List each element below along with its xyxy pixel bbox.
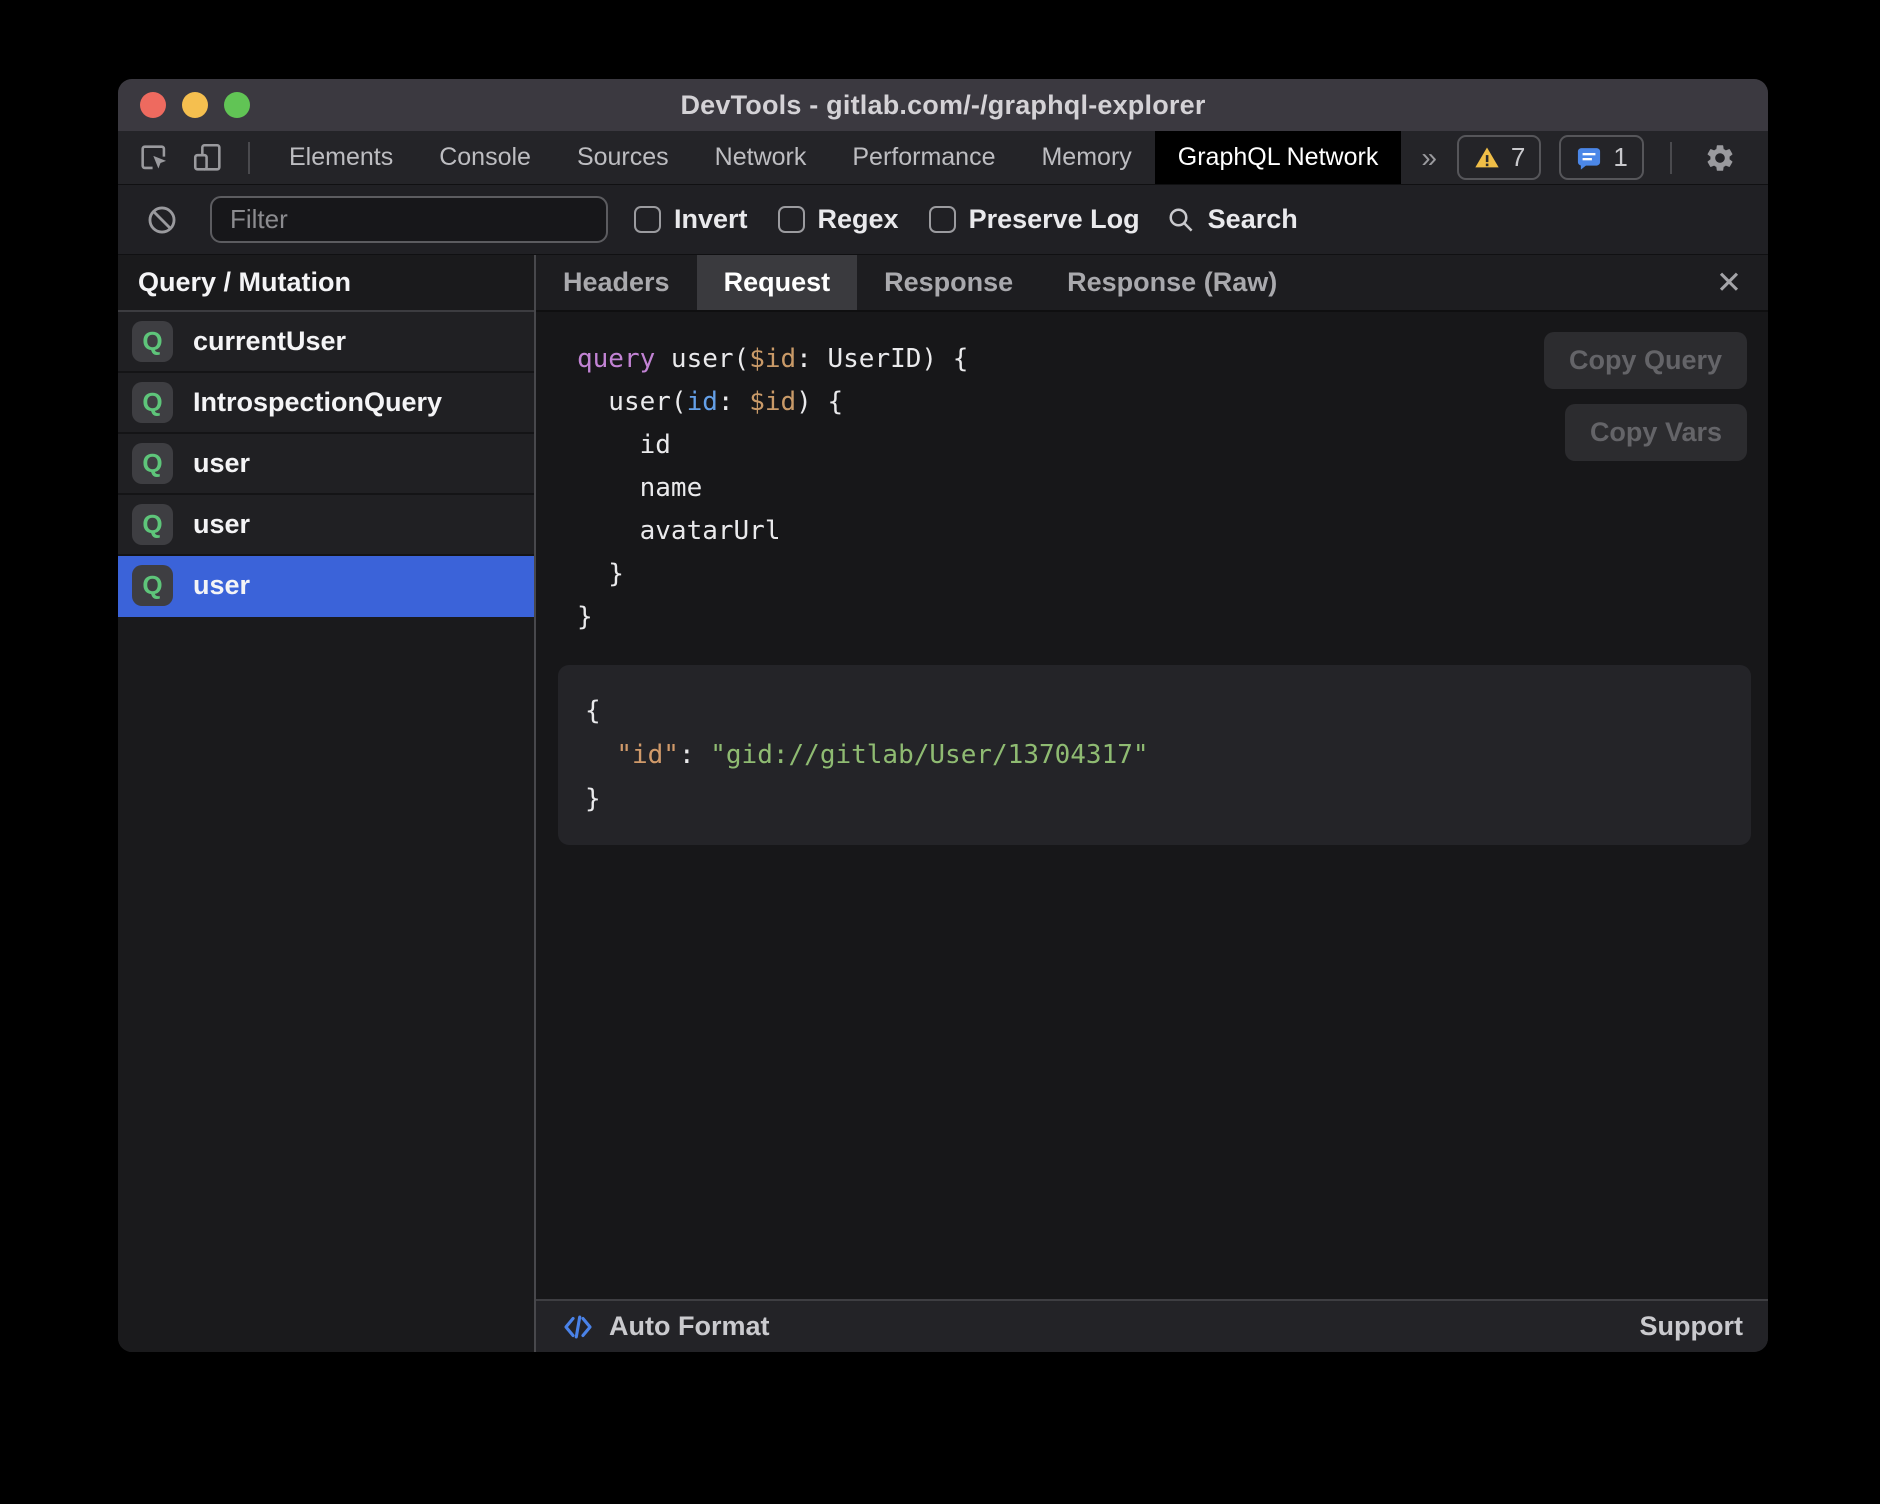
devtools-tab-memory[interactable]: Memory — [1018, 131, 1154, 184]
search-icon — [1166, 205, 1196, 235]
auto-format-button[interactable]: Auto Format — [609, 1311, 769, 1342]
code-line: name — [577, 467, 1768, 510]
devtools-tab-elements[interactable]: Elements — [266, 131, 416, 184]
toolbar-separator — [248, 142, 250, 174]
traffic-lights — [140, 79, 250, 131]
main-content: Query / Mutation QcurrentUserQIntrospect… — [118, 255, 1768, 1352]
copy-query-button[interactable]: Copy Query — [1544, 332, 1747, 389]
warnings-badge[interactable]: 7 — [1457, 135, 1541, 180]
query-list-item[interactable]: Quser — [118, 556, 534, 617]
devtools-tab-sources[interactable]: Sources — [554, 131, 692, 184]
query-type-badge: Q — [132, 321, 173, 362]
code-line: } — [577, 553, 1768, 596]
query-name-label: user — [193, 448, 250, 479]
devtools-tab-console[interactable]: Console — [416, 131, 554, 184]
detail-tab-headers[interactable]: Headers — [536, 255, 697, 310]
checkbox-box[interactable] — [634, 206, 661, 233]
query-list-item[interactable]: QcurrentUser — [118, 312, 534, 373]
support-link[interactable]: Support — [1640, 1311, 1743, 1342]
checkbox-label: Preserve Log — [969, 204, 1140, 235]
query-list-item[interactable]: Q IntrospectionQuery — [118, 373, 534, 434]
message-count: 1 — [1613, 142, 1627, 173]
code-line: "id": "gid://gitlab/User/13704317" — [585, 733, 1731, 777]
query-type-badge: Q — [132, 443, 173, 484]
warning-count: 7 — [1511, 142, 1525, 173]
inspect-element-icon[interactable] — [132, 138, 176, 178]
query-name-label: user — [193, 509, 250, 540]
devtools-tab-performance[interactable]: Performance — [829, 131, 1018, 184]
message-icon — [1575, 144, 1603, 172]
minimize-window-button[interactable] — [182, 92, 208, 118]
detail-footer: Auto Format Support — [536, 1299, 1768, 1352]
code-line: } — [585, 777, 1731, 821]
messages-badge[interactable]: 1 — [1559, 135, 1643, 180]
query-type-badge: Q — [132, 504, 173, 545]
checkbox-regex[interactable]: Regex — [778, 204, 899, 235]
sidebar-header: Query / Mutation — [118, 255, 534, 312]
window-title: DevTools - gitlab.com/-/graphql-explorer — [680, 90, 1205, 121]
query-name-label: user — [193, 570, 250, 601]
warning-icon — [1473, 144, 1501, 172]
query-list-item[interactable]: Quser — [118, 495, 534, 556]
kebab-menu-icon[interactable] — [1760, 138, 1768, 178]
copy-buttons: Copy Query Copy Vars — [1544, 332, 1747, 461]
checkbox-label: Regex — [818, 204, 899, 235]
query-name-label: IntrospectionQuery — [193, 387, 442, 418]
request-variables-code: { "id": "gid://gitlab/User/13704317"} — [558, 665, 1751, 845]
detail-tab-response-raw[interactable]: Response (Raw) — [1040, 255, 1304, 310]
detail-tab-response[interactable]: Response — [857, 255, 1040, 310]
tabbar-right-controls: 7 1 — [1457, 131, 1768, 184]
query-list-item[interactable]: Quser — [118, 434, 534, 495]
titlebar: DevTools - gitlab.com/-/graphql-explorer — [118, 79, 1768, 131]
checkbox-preserve-log[interactable]: Preserve Log — [929, 204, 1140, 235]
block-requests-icon[interactable] — [140, 200, 184, 240]
filter-toolbar: Invert Regex Preserve Log Search — [118, 185, 1768, 255]
detail-panel: HeadersRequestResponseResponse (Raw) ✕ q… — [536, 255, 1768, 1352]
checkbox-box[interactable] — [778, 206, 805, 233]
zoom-window-button[interactable] — [224, 92, 250, 118]
code-line: avatarUrl — [577, 510, 1768, 553]
filter-checkboxes: Invert Regex Preserve Log — [634, 204, 1140, 235]
detail-tab-request[interactable]: Request — [697, 255, 858, 310]
copy-vars-button[interactable]: Copy Vars — [1565, 404, 1747, 461]
devtools-tabs: ElementsConsoleSourcesNetworkPerformance… — [266, 131, 1401, 184]
devtools-tab-network[interactable]: Network — [692, 131, 830, 184]
checkbox-invert[interactable]: Invert — [634, 204, 748, 235]
query-name-label: currentUser — [193, 326, 346, 357]
filter-input[interactable] — [210, 196, 608, 243]
devtools-window: DevTools - gitlab.com/-/graphql-explorer… — [118, 79, 1768, 1352]
devtools-tab-graphql-network[interactable]: GraphQL Network — [1155, 131, 1402, 184]
badges-separator — [1670, 142, 1672, 174]
code-line: } — [577, 596, 1768, 639]
code-format-icon — [561, 1310, 595, 1344]
search-label: Search — [1208, 204, 1298, 235]
query-type-badge: Q — [132, 382, 173, 423]
request-tab-body: query user($id: UserID) { user(id: $id) … — [536, 312, 1768, 1299]
query-list: QcurrentUserQIntrospectionQueryQuserQuse… — [118, 312, 534, 617]
query-sidebar: Query / Mutation QcurrentUserQIntrospect… — [118, 255, 536, 1352]
devtools-tabbar: ElementsConsoleSourcesNetworkPerformance… — [118, 131, 1768, 185]
settings-gear-icon[interactable] — [1698, 138, 1742, 178]
close-window-button[interactable] — [140, 92, 166, 118]
toolbar-icons — [118, 131, 266, 184]
checkbox-box[interactable] — [929, 206, 956, 233]
close-detail-icon[interactable]: ✕ — [1690, 255, 1768, 310]
code-line: { — [585, 689, 1731, 733]
more-tabs-chevron-icon[interactable]: » — [1401, 131, 1457, 184]
query-type-badge: Q — [132, 565, 173, 606]
device-toolbar-icon[interactable] — [186, 138, 230, 178]
detail-tabs: HeadersRequestResponseResponse (Raw) ✕ — [536, 255, 1768, 312]
search-control[interactable]: Search — [1166, 204, 1298, 235]
checkbox-label: Invert — [674, 204, 748, 235]
